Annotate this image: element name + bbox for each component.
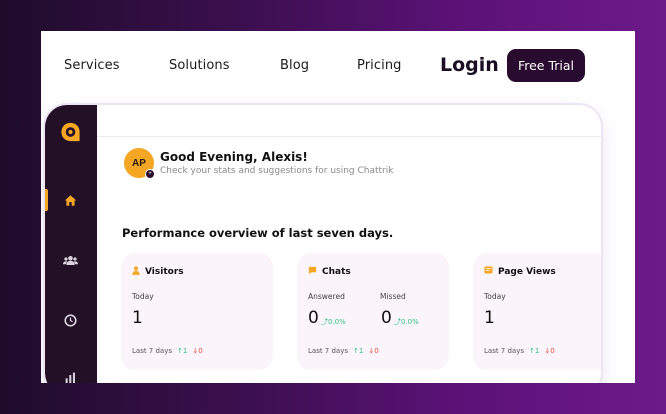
chats-missed-change: ⤴0.0%: [394, 318, 419, 326]
page-icon: [484, 266, 493, 277]
page-views-today-label: Today: [484, 292, 506, 301]
chat-icon: [308, 266, 317, 278]
chats-missed-value: 0: [381, 308, 392, 328]
down-count: ↓0: [544, 347, 555, 355]
nav-link-services[interactable]: Services: [64, 58, 120, 73]
up-count: ↑1: [353, 347, 364, 355]
chats-card-header: Chats: [308, 266, 351, 278]
footer-label: Last 7 days: [484, 347, 525, 355]
chats-card-title: Chats: [322, 267, 351, 277]
nav-link-pricing[interactable]: Pricing: [357, 58, 402, 73]
page-views-card-header: Page Views: [484, 266, 556, 277]
page-views-card[interactable]: Page Views Today 1 Last 7 days ↑1 ↓0: [473, 253, 601, 370]
active-indicator: [45, 189, 48, 211]
website-panel: Services Solutions Blog Pricing Login Fr…: [41, 31, 635, 383]
chattrik-logo-icon: [59, 121, 82, 144]
avatar-status-dot: +: [145, 169, 155, 179]
dashboard-preview: AP + Good Evening, Alexis! Check your st…: [45, 105, 601, 383]
visitors-card-footer: Last 7 days ↑1 ↓0: [132, 347, 203, 355]
free-trial-button[interactable]: Free Trial: [507, 49, 585, 82]
page-views-today-value: 1: [484, 308, 495, 328]
performance-title: Performance overview of last seven days.: [122, 226, 394, 240]
clock-icon[interactable]: [62, 312, 79, 329]
nav-link-solutions[interactable]: Solutions: [169, 58, 230, 73]
chats-card[interactable]: Chats Answered 0 ⤴0.0% Missed 0 ⤴0.0% La…: [297, 253, 449, 370]
visitors-card-title: Visitors: [145, 267, 184, 277]
footer-label: Last 7 days: [132, 347, 173, 355]
footer-label: Last 7 days: [308, 347, 349, 355]
main-content: AP + Good Evening, Alexis! Check your st…: [97, 105, 601, 383]
sidebar: [45, 105, 97, 383]
up-count: ↑1: [529, 347, 540, 355]
up-count: ↑1: [177, 347, 188, 355]
header-divider: [97, 136, 601, 137]
down-count: ↓0: [368, 347, 379, 355]
user-icon: [132, 266, 140, 278]
greeting-subtitle: Check your stats and suggestions for usi…: [160, 166, 394, 176]
page-views-card-footer: Last 7 days ↑1 ↓0: [484, 347, 555, 355]
chats-answered-change: ⤴0.0%: [321, 318, 346, 326]
chats-card-footer: Last 7 days ↑1 ↓0: [308, 347, 379, 355]
bar-chart-icon[interactable]: [62, 369, 79, 383]
page-views-card-title: Page Views: [498, 266, 556, 277]
chats-answered-label: Answered: [308, 292, 345, 301]
visitors-today-value: 1: [132, 308, 143, 328]
chats-answered-value: 0: [308, 308, 319, 328]
down-count: ↓0: [192, 347, 203, 355]
greeting-title: Good Evening, Alexis!: [160, 150, 308, 164]
nav-link-blog[interactable]: Blog: [280, 58, 309, 73]
visitors-today-label: Today: [132, 292, 154, 301]
visitors-card-header: Visitors: [132, 266, 184, 278]
home-icon[interactable]: [62, 192, 79, 209]
visitors-card[interactable]: Visitors Today 1 Last 7 days ↑1 ↓0: [121, 253, 273, 370]
users-icon[interactable]: [62, 252, 79, 269]
chats-missed-label: Missed: [380, 292, 406, 301]
login-link[interactable]: Login: [440, 54, 499, 76]
